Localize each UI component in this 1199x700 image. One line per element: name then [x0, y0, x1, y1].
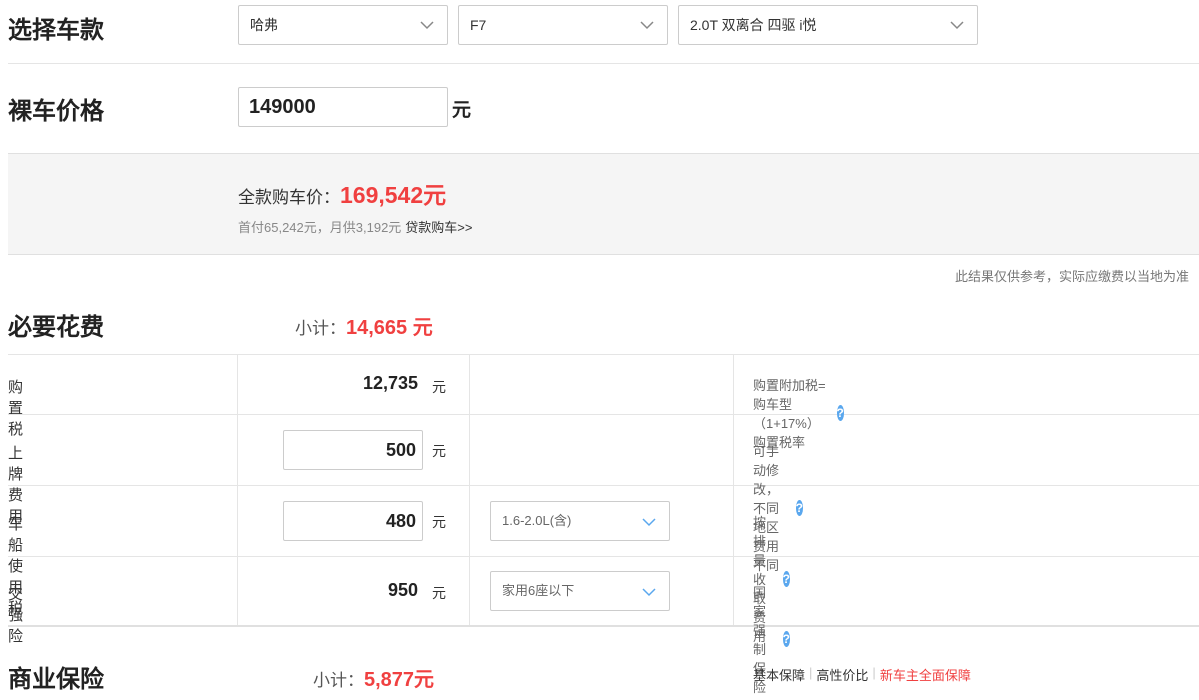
- insurance-subtotal-value: 5,877元: [364, 669, 435, 691]
- table-divider: [8, 414, 1199, 415]
- compulsory-insurance-label: 交强险: [8, 586, 24, 645]
- brand-value: 哈弗: [250, 17, 278, 33]
- table-divider: [8, 625, 1199, 627]
- bare-price-value: 149000: [249, 96, 316, 118]
- insurance-plan-tabs: 基本保障 | 高性价比 | 新车主全面保障: [753, 665, 971, 684]
- divider: [8, 63, 1199, 64]
- model-select[interactable]: F7: [458, 5, 668, 45]
- price-summary-panel: [8, 153, 1199, 255]
- column-divider: [469, 354, 470, 625]
- compulsory-insurance-value: 950: [387, 580, 418, 600]
- vehicle-tax-unit: 元: [432, 514, 446, 530]
- table-divider: [8, 556, 1199, 557]
- trim-select[interactable]: 2.0T 双离合 四驱 i悦: [678, 5, 978, 45]
- displacement-value: 1.6-2.0L(含): [502, 513, 572, 528]
- seat-type-value: 家用6座以下: [502, 583, 575, 598]
- table-divider: [8, 485, 1199, 486]
- required-subtotal-label: 小计：: [295, 319, 346, 338]
- select-car-title: 选择车款: [8, 17, 104, 44]
- registration-fee-value: 500: [385, 440, 416, 460]
- registration-fee-unit: 元: [432, 443, 446, 459]
- commercial-insurance-title: 商业保险: [8, 666, 104, 693]
- purchase-tax-unit: 元: [432, 379, 446, 395]
- vehicle-tax-value: 480: [385, 511, 416, 531]
- trim-value: 2.0T 双离合 四驱 i悦: [690, 17, 817, 33]
- chevron-down-icon: [642, 588, 656, 597]
- column-divider: [733, 354, 734, 625]
- model-value: F7: [470, 17, 487, 33]
- loan-purchase-link[interactable]: 贷款购车>>: [405, 217, 472, 236]
- chevron-down-icon: [640, 21, 654, 30]
- chevron-down-icon: [420, 21, 434, 30]
- compulsory-insurance-unit: 元: [432, 585, 446, 601]
- purchase-tax-value: 12,735: [362, 373, 418, 393]
- disclaimer-text: 此结果仅供参考，实际应缴费以当地为准: [955, 269, 1190, 284]
- bare-price-title: 裸车价格: [8, 98, 104, 125]
- full-price-value: 169,542元: [340, 182, 447, 208]
- purchase-tax-label: 购置税: [8, 379, 24, 438]
- plan-value[interactable]: 高性价比: [816, 665, 868, 684]
- chevron-down-icon: [950, 21, 964, 30]
- plan-separator: |: [872, 665, 876, 680]
- registration-fee-input[interactable]: 500: [283, 430, 423, 470]
- chevron-down-icon: [642, 518, 656, 527]
- plan-basic[interactable]: 基本保障: [753, 665, 805, 684]
- required-costs-title: 必要花费: [8, 314, 104, 341]
- plan-comprehensive[interactable]: 新车主全面保障: [880, 665, 971, 684]
- help-icon[interactable]: ?: [782, 631, 791, 647]
- table-divider: [8, 354, 1199, 355]
- full-price-label: 全款购车价：: [238, 188, 340, 207]
- down-payment-text: 首付65,242元，月供3,192元: [238, 220, 402, 235]
- seat-type-select[interactable]: 家用6座以下: [490, 571, 670, 611]
- insurance-subtotal-label: 小计：: [313, 671, 364, 690]
- help-icon[interactable]: ?: [836, 405, 844, 421]
- displacement-select[interactable]: 1.6-2.0L(含): [490, 501, 670, 541]
- brand-select[interactable]: 哈弗: [238, 5, 448, 45]
- bare-price-unit: 元: [452, 100, 472, 121]
- vehicle-tax-input[interactable]: 480: [283, 501, 423, 541]
- required-subtotal-value: 14,665 元: [346, 317, 433, 339]
- plan-separator: |: [809, 665, 813, 680]
- column-divider: [237, 354, 238, 625]
- help-icon[interactable]: ?: [795, 499, 803, 516]
- purchase-tax-note: 购置附加税=购车型（1+17%）购置税率: [753, 378, 826, 450]
- bare-price-input[interactable]: 149000: [238, 87, 448, 127]
